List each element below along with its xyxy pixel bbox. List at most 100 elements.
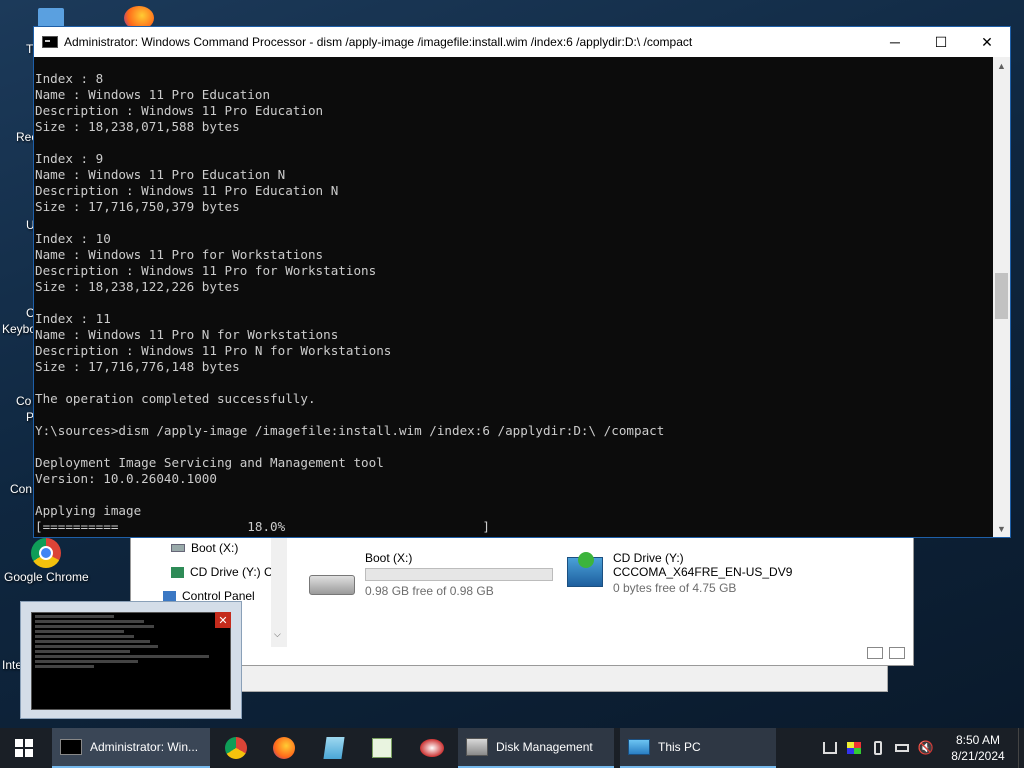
cmd-line: Name : Windows 11 Pro Education (35, 87, 271, 102)
view-toggle (867, 647, 905, 659)
cmd-line: Description : Windows 11 Pro Education (35, 103, 324, 118)
system-tray: 🔇 8:50 AM 8/21/2024 (818, 728, 1024, 768)
desktop-partial-label-9: Inte (2, 658, 23, 672)
drive-tile-cd[interactable]: CD Drive (Y:) CCCOMA_X64FRE_EN-US_DV9 0 … (567, 551, 792, 595)
cmd-line: Size : 17,716,750,379 bytes (35, 199, 240, 214)
cmd-line (35, 215, 993, 231)
explorer-window-bottom (240, 666, 888, 692)
explorer-window[interactable]: Boot (X:) CD Drive (Y:) C Control Panel … (130, 536, 914, 666)
taskbar-item-this-pc[interactable]: This PC (620, 728, 776, 768)
cmd-line: Index : 10 (35, 231, 111, 246)
cmd-line (35, 407, 993, 423)
tiles-view-icon[interactable] (889, 647, 905, 659)
taskbar-item-this-pc-label: This PC (658, 740, 701, 754)
taskbar-chrome[interactable] (212, 728, 260, 768)
google-chrome-icon[interactable] (31, 538, 61, 568)
cmd-line (35, 439, 993, 455)
close-button[interactable]: ✕ (964, 27, 1010, 57)
start-button[interactable] (0, 728, 48, 768)
cmd-line (35, 375, 993, 391)
drive-cd-name: CD Drive (Y:) (613, 551, 684, 565)
explorer-nav-scrollbar[interactable]: ⌵ (271, 537, 287, 647)
cmd-line: Name : Windows 11 Pro N for Workstations (35, 327, 339, 342)
cmd-line: Name : Windows 11 Pro Education N (35, 167, 286, 182)
drive-cd-label: CCCOMA_X64FRE_EN-US_DV9 (613, 565, 793, 579)
notepad-icon (323, 737, 345, 759)
color-display-icon[interactable] (842, 728, 866, 768)
nav-item-cd-label: CD Drive (Y:) C (190, 565, 273, 579)
taskbar-disk-tool[interactable] (408, 728, 456, 768)
scroll-up-arrow-icon[interactable]: ▲ (993, 57, 1010, 74)
drive-cd-free: 0 bytes free of 4.75 GB (613, 581, 737, 595)
disk-management-icon (466, 738, 488, 756)
cmd-line: Name : Windows 11 Pro for Workstations (35, 247, 324, 262)
drive-boot-usage-bar (365, 568, 553, 581)
clock-date: 8/21/2024 (951, 749, 1005, 763)
cmd-icon (42, 36, 58, 48)
windows-logo-icon (15, 739, 33, 757)
nav-item-boot-label: Boot (X:) (191, 541, 239, 555)
thumbnail-close-button[interactable]: ✕ (215, 612, 231, 628)
cmd-title: Administrator: Windows Command Processor… (64, 35, 693, 49)
maximize-button[interactable]: ☐ (918, 27, 964, 57)
clock-time: 8:50 AM (955, 733, 1001, 747)
network-icon[interactable] (818, 728, 842, 768)
cmd-line: Version: 10.0.26040.1000 (35, 471, 217, 486)
drive-tile-boot[interactable]: Boot (X:) 0.98 GB free of 0.98 GB (309, 551, 553, 598)
nav-item-cd[interactable]: CD Drive (Y:) C (171, 565, 273, 579)
google-chrome-label[interactable]: Google Chrome (4, 570, 89, 584)
cd-drive-icon (171, 566, 184, 578)
cmd-line (35, 135, 993, 151)
cmd-line: Index : 11 (35, 311, 111, 326)
firefox-icon (273, 737, 295, 759)
scroll-down-arrow-icon[interactable]: ▼ (993, 520, 1010, 537)
cmd-line: Size : 18,238,071,588 bytes (35, 119, 240, 134)
cmd-line: The operation completed successfully. (35, 391, 316, 406)
this-pc-icon (628, 739, 650, 755)
taskbar-firefox[interactable] (260, 728, 308, 768)
taskbar-item-disk-management-label: Disk Management (496, 740, 593, 754)
details-view-icon[interactable] (867, 647, 883, 659)
scroll-thumb[interactable] (995, 273, 1008, 319)
volume-muted-icon[interactable]: 🔇 (914, 728, 938, 768)
chart-icon (372, 738, 392, 758)
taskbar-clock[interactable]: 8:50 AM 8/21/2024 (938, 732, 1018, 764)
battery-icon[interactable] (890, 728, 914, 768)
control-panel-icon (163, 590, 176, 602)
cmd-output[interactable]: Index : 8 Name : Windows 11 Pro Education… (34, 57, 993, 537)
minimize-button[interactable]: ─ (872, 27, 918, 57)
thumbnail-cmd-image (31, 612, 231, 710)
taskbar-item-cmd-label: Administrator: Win... (90, 740, 199, 754)
window-controls: ─ ☐ ✕ (872, 27, 1010, 57)
hard-drive-icon (309, 575, 355, 595)
cmd-icon (60, 739, 82, 755)
taskbar: Administrator: Win... Disk Management Th… (0, 728, 1024, 768)
nav-item-boot[interactable]: Boot (X:) (171, 541, 238, 555)
desktop-partial-label-5: Keybo (2, 322, 37, 336)
cmd-line: Index : 9 (35, 151, 104, 166)
cmd-scrollbar[interactable]: ▲ ▼ (993, 57, 1010, 537)
cmd-line (35, 487, 993, 503)
taskbar-thumbnail-preview[interactable]: ✕ (20, 601, 242, 719)
cmd-title-bar[interactable]: Administrator: Windows Command Processor… (34, 27, 1010, 57)
cmd-line: Deployment Image Servicing and Managemen… (35, 455, 384, 470)
desktop-partial-label-8: Con (10, 482, 33, 496)
cmd-line (35, 295, 993, 311)
scroll-down-arrow-icon[interactable]: ⌵ (274, 629, 281, 640)
cmd-window[interactable]: Administrator: Windows Command Processor… (33, 26, 1011, 538)
usb-eject-icon[interactable] (866, 728, 890, 768)
cmd-line: Applying image (35, 503, 142, 518)
google-chrome-icon (225, 737, 247, 759)
taskbar-task-manager[interactable] (358, 728, 406, 768)
cmd-line: [========== 18.0% ] (35, 519, 490, 534)
taskbar-item-cmd[interactable]: Administrator: Win... (52, 728, 210, 768)
cmd-line: Y:\sources>dism /apply-image /imagefile:… (35, 423, 665, 438)
disk-tool-icon (420, 739, 444, 757)
cd-install-icon (567, 552, 603, 587)
taskbar-notepad[interactable] (310, 728, 358, 768)
show-desktop-button[interactable] (1018, 728, 1024, 768)
taskbar-item-disk-management[interactable]: Disk Management (458, 728, 614, 768)
desktop-partial-label-6: Co (16, 394, 32, 408)
cmd-line: Description : Windows 11 Pro for Worksta… (35, 263, 377, 278)
cmd-line: Size : 17,716,776,148 bytes (35, 359, 240, 374)
